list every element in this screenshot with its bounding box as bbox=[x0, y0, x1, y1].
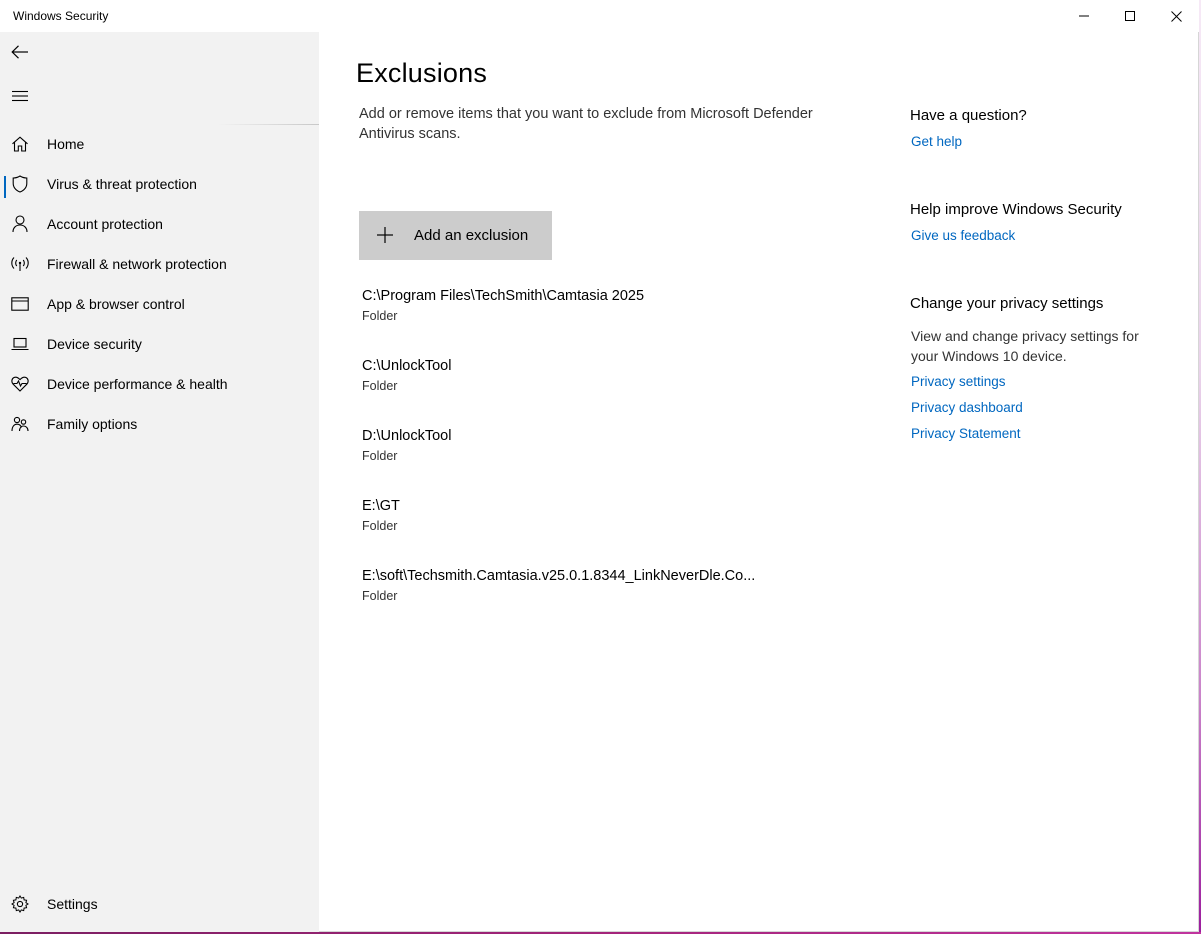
sidebar-item-settings[interactable]: Settings bbox=[0, 884, 319, 924]
exclusion-path: C:\Program Files\TechSmith\Camtasia 2025 bbox=[362, 288, 645, 304]
sidebar-item-label: Home bbox=[47, 136, 85, 152]
exclusion-path: C:\UnlockTool bbox=[362, 358, 452, 374]
list-item[interactable]: C:\UnlockTool Folder bbox=[359, 354, 859, 410]
hamburger-menu-button[interactable] bbox=[0, 76, 40, 116]
sidebar-item-label: Firewall & network protection bbox=[47, 256, 227, 272]
privacy-statement-link[interactable]: Privacy Statement bbox=[911, 426, 1021, 441]
back-button[interactable] bbox=[0, 32, 40, 72]
get-help-link[interactable]: Get help bbox=[911, 134, 962, 149]
list-item[interactable]: C:\Program Files\TechSmith\Camtasia 2025… bbox=[359, 284, 859, 340]
browser-window-icon bbox=[10, 295, 30, 313]
family-icon bbox=[10, 415, 30, 433]
plus-icon bbox=[377, 227, 393, 243]
sidebar-item-family-options[interactable]: Family options bbox=[0, 404, 319, 444]
sidebar-item-virus-threat-protection[interactable]: Virus & threat protection bbox=[0, 164, 319, 204]
add-exclusion-label: Add an exclusion bbox=[414, 227, 529, 244]
maximize-button[interactable] bbox=[1107, 0, 1153, 32]
give-feedback-link[interactable]: Give us feedback bbox=[911, 228, 1015, 243]
sidebar-item-label: Settings bbox=[47, 896, 98, 912]
add-exclusion-button[interactable]: Add an exclusion bbox=[359, 211, 552, 260]
exclusion-path: D:\UnlockTool bbox=[362, 428, 452, 444]
list-item[interactable]: D:\UnlockTool Folder bbox=[359, 424, 859, 480]
minimize-button[interactable] bbox=[1061, 0, 1107, 32]
exclusion-type: Folder bbox=[362, 309, 398, 323]
question-heading: Have a question? bbox=[910, 107, 1027, 124]
sidebar-item-label: App & browser control bbox=[47, 296, 185, 312]
page-description: Add or remove items that you want to exc… bbox=[359, 106, 813, 142]
heart-pulse-icon bbox=[10, 375, 30, 393]
back-arrow-icon bbox=[11, 45, 28, 59]
shield-icon bbox=[10, 175, 30, 193]
sidebar: Home Virus & threat protection Account p… bbox=[0, 32, 319, 932]
sidebar-item-label: Device performance & health bbox=[47, 376, 228, 392]
active-indicator bbox=[4, 176, 6, 198]
privacy-dashboard-link[interactable]: Privacy dashboard bbox=[911, 400, 1023, 415]
home-icon bbox=[10, 135, 30, 153]
sidebar-item-firewall-network-protection[interactable]: Firewall & network protection bbox=[0, 244, 319, 284]
laptop-icon bbox=[10, 335, 30, 353]
page-title: Exclusions bbox=[356, 58, 488, 88]
sidebar-item-device-performance-health[interactable]: Device performance & health bbox=[0, 364, 319, 404]
sidebar-item-label: Device security bbox=[47, 336, 142, 352]
title-bar: Windows Security bbox=[0, 0, 1199, 32]
close-button[interactable] bbox=[1153, 0, 1199, 32]
sidebar-item-label: Account protection bbox=[47, 216, 163, 232]
list-item[interactable]: E:\GT Folder bbox=[359, 494, 859, 550]
windows-security-window: Windows Security Home Virus & threat pro… bbox=[0, 0, 1199, 932]
close-icon bbox=[1170, 10, 1182, 22]
exclusion-type: Folder bbox=[362, 519, 398, 533]
exclusion-type: Folder bbox=[362, 449, 398, 463]
sidebar-item-home[interactable]: Home bbox=[0, 124, 319, 164]
privacy-heading: Change your privacy settings bbox=[910, 295, 1104, 312]
exclusion-type: Folder bbox=[362, 589, 398, 603]
person-icon bbox=[10, 215, 30, 233]
minimize-icon bbox=[1079, 15, 1089, 17]
privacy-description: View and change privacy settings for you… bbox=[911, 328, 1139, 364]
privacy-settings-link[interactable]: Privacy settings bbox=[911, 374, 1006, 389]
exclusion-path: E:\soft\Techsmith.Camtasia.v25.0.1.8344_… bbox=[362, 568, 756, 584]
list-item[interactable]: E:\soft\Techsmith.Camtasia.v25.0.1.8344_… bbox=[359, 564, 859, 620]
window-title: Windows Security bbox=[13, 9, 109, 23]
exclusion-path: E:\GT bbox=[362, 498, 400, 514]
sidebar-item-account-protection[interactable]: Account protection bbox=[0, 204, 319, 244]
hamburger-menu-icon bbox=[12, 90, 28, 102]
wireless-icon bbox=[10, 255, 30, 273]
improve-heading: Help improve Windows Security bbox=[910, 201, 1122, 218]
sidebar-item-label: Family options bbox=[47, 416, 138, 432]
gear-icon bbox=[10, 895, 30, 913]
sidebar-item-label: Virus & threat protection bbox=[47, 176, 197, 192]
sidebar-item-device-security[interactable]: Device security bbox=[0, 324, 319, 364]
maximize-icon bbox=[1125, 11, 1135, 21]
sidebar-item-app-browser-control[interactable]: App & browser control bbox=[0, 284, 319, 324]
exclusion-type: Folder bbox=[362, 379, 398, 393]
